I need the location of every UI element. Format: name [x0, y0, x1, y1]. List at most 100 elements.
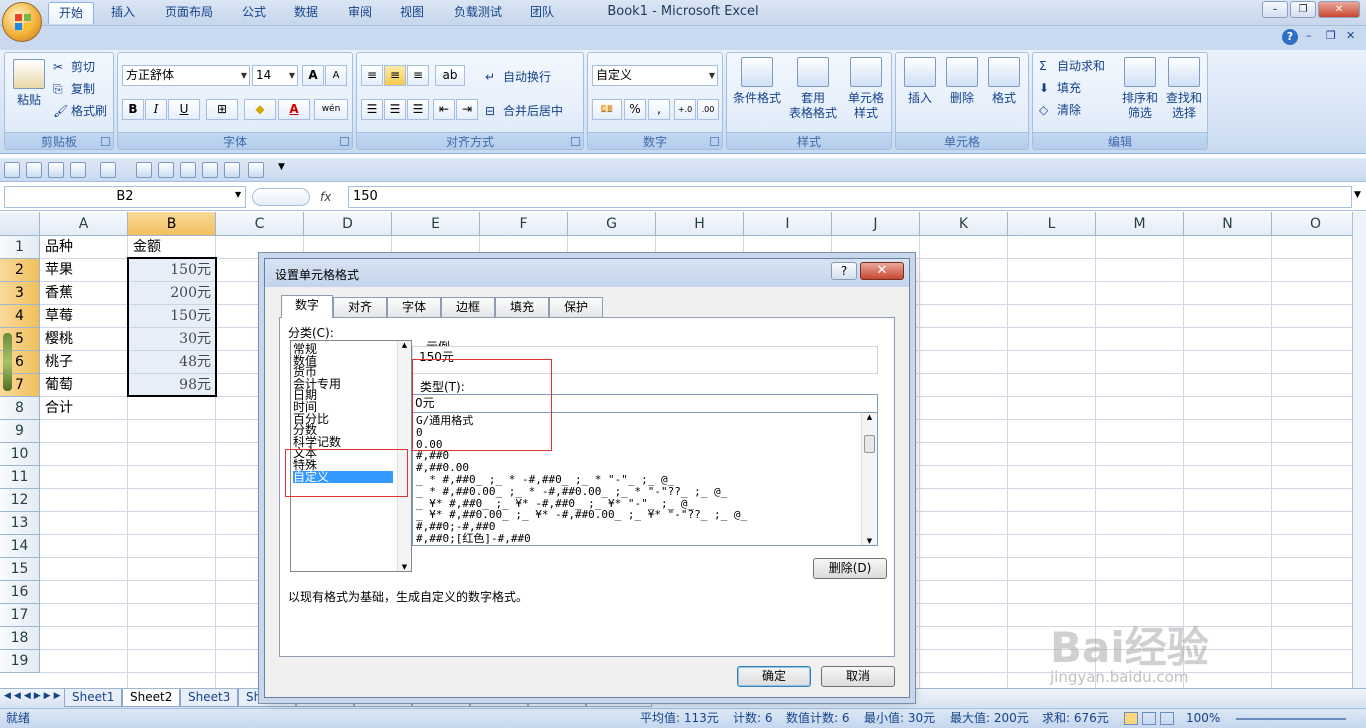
- increase-decimal-button[interactable]: +.0: [674, 99, 696, 120]
- percent-button[interactable]: %: [624, 99, 646, 120]
- dialog-tab-protection[interactable]: 保护: [549, 297, 603, 317]
- cell-a7[interactable]: 葡萄: [40, 374, 128, 397]
- column-header-k[interactable]: K: [920, 212, 1008, 236]
- merge-center-button[interactable]: ⊟ 合并后居中: [485, 102, 563, 120]
- row-header-13[interactable]: 13: [0, 512, 40, 535]
- dialog-launcher-icon[interactable]: [710, 137, 719, 146]
- cell-a2[interactable]: 苹果: [40, 259, 128, 282]
- increase-indent-button[interactable]: ⇥: [456, 99, 478, 120]
- page-layout-view-icon[interactable]: [1142, 712, 1156, 725]
- type-list-scrollbar[interactable]: ▲ ▼: [861, 413, 877, 545]
- grow-font-button[interactable]: A: [302, 65, 324, 86]
- copy-button[interactable]: ⎘ 复制: [53, 80, 95, 98]
- orientation-qat-icon[interactable]: [248, 162, 264, 178]
- bold-button[interactable]: B: [122, 99, 144, 120]
- cell-a3[interactable]: 香蕉: [40, 282, 128, 305]
- dialog-launcher-icon[interactable]: [340, 137, 349, 146]
- cell-a6[interactable]: 桃子: [40, 351, 128, 374]
- align-middle-button[interactable]: ≡: [384, 65, 406, 86]
- ok-button[interactable]: 确定: [737, 666, 811, 687]
- normal-view-icon[interactable]: [1124, 712, 1138, 725]
- help-icon[interactable]: ?: [1282, 29, 1298, 45]
- column-header-i[interactable]: I: [744, 212, 832, 236]
- fill-button[interactable]: ⬇ 填充: [1039, 79, 1081, 97]
- align-right-button[interactable]: ☰: [407, 99, 429, 120]
- decrease-indent-button[interactable]: ⇤: [433, 99, 455, 120]
- row-header-17[interactable]: 17: [0, 604, 40, 627]
- column-header-c[interactable]: C: [216, 212, 304, 236]
- row-header-1[interactable]: 1: [0, 236, 40, 259]
- column-header-j[interactable]: J: [832, 212, 920, 236]
- vertical-scrollbar[interactable]: [1352, 212, 1366, 688]
- type-list-item[interactable]: 0: [416, 426, 423, 439]
- delete-format-button[interactable]: 删除(D): [813, 558, 887, 579]
- format-cells-button[interactable]: 格式: [984, 57, 1024, 106]
- close-button[interactable]: ✕: [1318, 1, 1360, 18]
- type-list[interactable]: G/通用格式 0 0.00 #,##0 #,##0.00 _ * #,##0_ ;_ * …: [412, 412, 878, 546]
- cell-styles-button[interactable]: 单元格 样式: [841, 57, 891, 121]
- column-header-l[interactable]: L: [1008, 212, 1096, 236]
- scroll-thumb[interactable]: [864, 435, 875, 453]
- zoom-level[interactable]: 100%: [1186, 709, 1220, 728]
- row-header-12[interactable]: 12: [0, 489, 40, 512]
- page-break-view-icon[interactable]: [1160, 712, 1174, 725]
- row-header-3[interactable]: 3: [0, 282, 40, 305]
- rows-icon[interactable]: [180, 162, 196, 178]
- insert-cells-button[interactable]: 插入: [900, 57, 940, 106]
- align-center-button[interactable]: ☰: [384, 99, 406, 120]
- office-button[interactable]: [2, 2, 42, 42]
- conditional-format-button[interactable]: 条件格式: [731, 57, 783, 106]
- ribbon-restore-button[interactable]: ❐: [1326, 29, 1336, 42]
- function-icon[interactable]: [136, 162, 152, 178]
- column-header-o[interactable]: O: [1272, 212, 1352, 236]
- cancel-button[interactable]: 取消: [821, 666, 895, 687]
- fill-color-button[interactable]: ◆: [244, 99, 276, 120]
- minimize-button[interactable]: –: [1262, 1, 1288, 18]
- row-header-10[interactable]: 10: [0, 443, 40, 466]
- save-icon[interactable]: [4, 162, 20, 178]
- align-top-button[interactable]: ≡: [361, 65, 383, 86]
- shrink-font-button[interactable]: A: [325, 65, 347, 86]
- sheet-tab-2[interactable]: Sheet2: [122, 689, 181, 707]
- tab-load-test[interactable]: 负载测试: [444, 2, 512, 24]
- category-scrollbar[interactable]: ▲ ▼: [397, 341, 411, 571]
- draw-border-icon[interactable]: [100, 162, 116, 178]
- column-header-h[interactable]: H: [656, 212, 744, 236]
- filter-icon[interactable]: [224, 162, 240, 178]
- column-header-m[interactable]: M: [1096, 212, 1184, 236]
- row-header-9[interactable]: 9: [0, 420, 40, 443]
- tab-formulas[interactable]: 公式: [232, 2, 276, 24]
- dialog-launcher-icon[interactable]: [571, 137, 580, 146]
- font-name-select[interactable]: 方正舒体 ▼: [122, 65, 250, 86]
- tab-review[interactable]: 审阅: [338, 2, 382, 24]
- find-select-button[interactable]: 查找和 选择: [1163, 57, 1205, 121]
- sheet-tab-1[interactable]: Sheet1: [64, 689, 123, 707]
- format-painter-button[interactable]: 🖌 格式刷: [53, 102, 107, 120]
- cell-a5[interactable]: 樱桃: [40, 328, 128, 351]
- customize-qat-icon[interactable]: ▼: [278, 162, 294, 178]
- name-box[interactable]: B2: [4, 186, 246, 208]
- italic-button[interactable]: I: [145, 99, 167, 120]
- delete-cells-button[interactable]: 删除: [942, 57, 982, 106]
- grid-icon[interactable]: [158, 162, 174, 178]
- font-color-button[interactable]: A: [278, 99, 310, 120]
- scroll-down-icon[interactable]: ▼: [862, 537, 877, 545]
- column-header-a[interactable]: A: [40, 212, 128, 236]
- open-icon[interactable]: [26, 162, 42, 178]
- tab-team[interactable]: 团队: [520, 2, 564, 24]
- tab-insert[interactable]: 插入: [101, 2, 145, 24]
- dialog-tab-number[interactable]: 数字: [281, 295, 333, 318]
- paste-button[interactable]: 粘贴: [9, 59, 49, 108]
- select-all-corner[interactable]: [0, 212, 40, 236]
- dialog-tab-alignment[interactable]: 对齐: [333, 297, 387, 317]
- dialog-launcher-icon[interactable]: [101, 137, 110, 146]
- cell-a4[interactable]: 草莓: [40, 305, 128, 328]
- decrease-decimal-button[interactable]: .00: [697, 99, 719, 120]
- number-format-select[interactable]: 自定义 ▼: [592, 65, 718, 86]
- scroll-down-icon[interactable]: ▼: [398, 563, 411, 571]
- sheet-nav-arrows-icon[interactable]: ◀◀◀▶▶▶: [4, 691, 64, 701]
- tab-page-layout[interactable]: 页面布局: [155, 2, 223, 24]
- expand-formula-icon[interactable]: ▼: [1354, 190, 1361, 200]
- sheet-tab-3[interactable]: Sheet3: [180, 689, 239, 707]
- tab-home[interactable]: 开始: [48, 2, 95, 24]
